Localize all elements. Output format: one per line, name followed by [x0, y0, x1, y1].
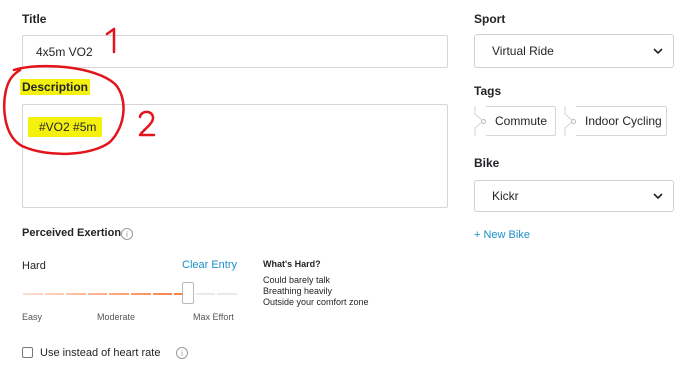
info-icon[interactable]: i — [176, 347, 188, 359]
slider-tick — [21, 293, 23, 295]
slider-tick — [215, 293, 217, 295]
tag-label: Indoor Cycling — [585, 114, 662, 128]
scale-easy: Easy — [22, 312, 43, 322]
whats-hard-title: What's Hard? — [263, 259, 321, 269]
bike-label: Bike — [474, 156, 500, 170]
whats-hard-line-2: Breathing heavily — [263, 286, 333, 296]
slider-tick — [43, 293, 45, 295]
clear-entry-link[interactable]: Clear Entry — [182, 259, 237, 271]
heart-rate-checkbox[interactable] — [22, 347, 33, 358]
title-value: 4x5m VO2 — [36, 45, 93, 59]
tag-label: Commute — [495, 114, 548, 128]
new-bike-link[interactable]: + New Bike — [474, 229, 530, 241]
slider-tick — [86, 293, 88, 295]
whats-hard-line-3: Outside your comfort zone — [263, 297, 369, 307]
sport-label: Sport — [474, 12, 506, 26]
slider-tick — [151, 293, 153, 295]
whats-hard-line-1: Could barely talk — [263, 275, 331, 285]
slider-thumb[interactable] — [182, 282, 194, 304]
slider-tick — [107, 293, 109, 295]
annotation-circle — [0, 64, 130, 159]
tag-commute[interactable]: Commute — [474, 106, 556, 136]
sport-value: Virtual Ride — [492, 44, 554, 58]
sport-select[interactable]: Virtual Ride — [474, 34, 674, 68]
annotation-number-2 — [137, 108, 157, 138]
exertion-level: Hard — [22, 260, 46, 272]
slider-tick — [64, 293, 66, 295]
bike-value: Kickr — [492, 189, 519, 203]
chevron-down-icon — [653, 193, 663, 200]
slider-tick — [194, 293, 196, 295]
slider-tick — [237, 293, 239, 295]
tag-indoor-cycling[interactable]: Indoor Cycling — [564, 106, 667, 136]
perceived-exertion-label: Perceived Exertion — [22, 227, 122, 239]
bike-select[interactable]: Kickr — [474, 180, 674, 212]
slider-tick — [172, 293, 174, 295]
tag-hole-icon — [571, 119, 576, 124]
tag-hole-icon — [481, 119, 486, 124]
info-icon[interactable]: i — [121, 228, 133, 240]
scale-moderate: Moderate — [97, 312, 136, 322]
annotation-number-1 — [104, 26, 124, 56]
title-label: Title — [22, 12, 47, 26]
scale-max-effort: Max Effort — [193, 312, 234, 322]
slider-fill — [22, 293, 188, 295]
tags-label: Tags — [474, 84, 502, 98]
heart-rate-label: Use instead of heart rate — [40, 347, 161, 359]
chevron-down-icon — [653, 48, 663, 55]
exertion-slider[interactable] — [21, 282, 239, 306]
slider-tick — [129, 293, 131, 295]
